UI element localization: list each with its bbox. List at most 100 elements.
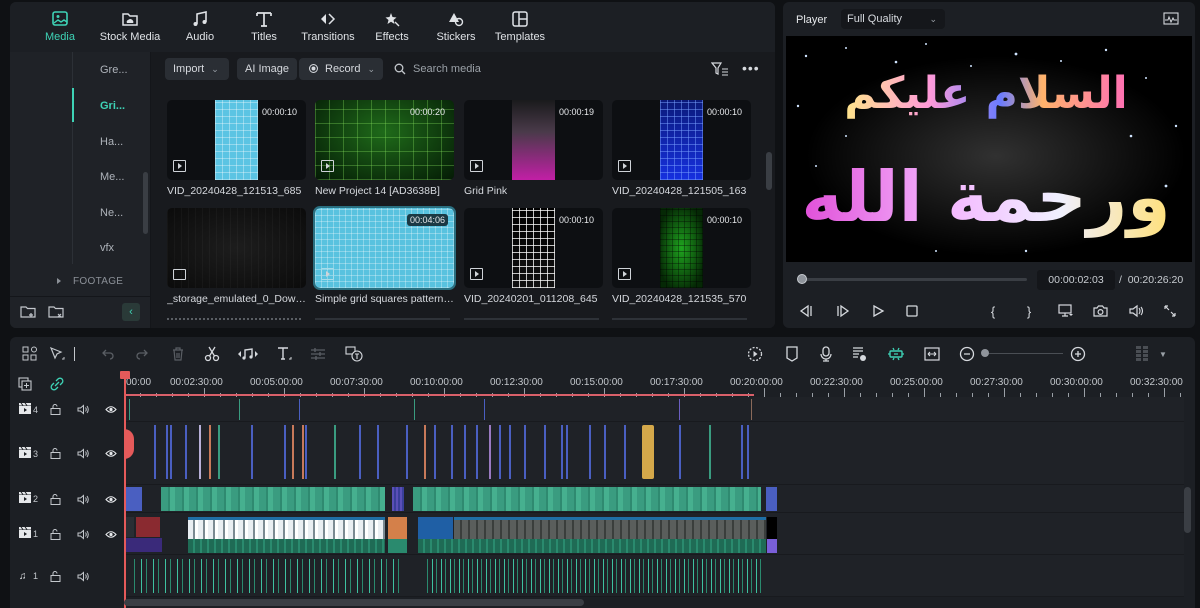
video-clip[interactable] — [424, 425, 426, 479]
import-button[interactable]: Import ⌄ — [165, 58, 229, 80]
delete-button[interactable] — [168, 345, 188, 363]
audio-button[interactable] — [236, 345, 260, 363]
tab-titles[interactable]: Titles — [232, 2, 296, 52]
tree-scrollbar[interactable] — [143, 172, 148, 234]
title-clip[interactable] — [129, 399, 130, 420]
video-preview[interactable]: السلام عليكم ورحمة الله — [786, 36, 1192, 262]
folder-item[interactable]: Ne... — [100, 207, 123, 219]
record-voiceover-button[interactable] — [816, 345, 836, 363]
zoom-slider-handle[interactable] — [981, 349, 989, 357]
video-clip[interactable] — [509, 425, 511, 479]
video-clip[interactable] — [454, 517, 766, 539]
video-clip[interactable] — [199, 425, 201, 479]
mark-out-button[interactable]: } — [1019, 302, 1039, 320]
video-clip[interactable] — [604, 425, 606, 479]
video-clip[interactable] — [161, 487, 385, 511]
video-clip[interactable] — [767, 539, 777, 553]
media-item[interactable]: 00:00:10 VID_20240428_121513_685 — [167, 100, 306, 197]
more-options-icon[interactable]: ••• — [742, 60, 760, 76]
media-item[interactable]: 00:00:10 VID_20240201_011208_645 — [464, 208, 603, 305]
video-clip[interactable] — [566, 425, 568, 479]
display-settings-button[interactable] — [1055, 302, 1075, 320]
timeline-horizontal-scrollbar[interactable] — [124, 599, 584, 606]
video-clip[interactable] — [709, 425, 711, 479]
video-clip[interactable] — [388, 517, 407, 539]
video-clip[interactable] — [284, 425, 286, 479]
lock-icon[interactable] — [50, 404, 61, 415]
layout-button[interactable] — [20, 345, 40, 363]
eye-icon[interactable] — [105, 449, 117, 458]
record-button[interactable]: Record ⌄ — [299, 58, 383, 80]
tab-audio[interactable]: Audio — [168, 2, 232, 52]
video-clip[interactable] — [561, 425, 563, 479]
tab-effects[interactable]: Effects — [360, 2, 424, 52]
lock-icon[interactable] — [50, 570, 61, 582]
video-clip[interactable] — [292, 425, 294, 479]
media-item[interactable]: 00:00:19 Grid Pink — [464, 100, 603, 197]
audio-clip[interactable] — [424, 559, 764, 593]
speaker-icon[interactable] — [77, 404, 89, 415]
ai-smart-cutout-button[interactable] — [886, 345, 906, 363]
current-timecode[interactable]: 00:00:02:03 — [1037, 270, 1115, 290]
volume-button[interactable] — [1125, 302, 1145, 320]
next-frame-button[interactable] — [833, 302, 853, 320]
video-clip[interactable] — [418, 517, 453, 539]
filter-icon[interactable] — [711, 62, 729, 76]
media-item-selected[interactable]: 00:04:06 Simple grid squares pattern i..… — [313, 206, 456, 305]
video-clip[interactable] — [218, 425, 220, 479]
stop-button[interactable] — [902, 302, 922, 320]
link-icon[interactable] — [50, 377, 64, 391]
lock-icon[interactable] — [50, 493, 61, 505]
eye-icon[interactable] — [105, 405, 117, 414]
video-clip[interactable] — [154, 425, 156, 479]
tab-media[interactable]: Media — [28, 2, 92, 52]
search-media-input[interactable] — [413, 59, 633, 79]
media-item[interactable]: 00:00:20 New Project 14 [AD3638B] — [315, 100, 454, 197]
tab-transitions[interactable]: Transitions — [296, 2, 360, 52]
media-item[interactable]: _storage_emulated_0_Downl... — [167, 208, 306, 305]
tab-stickers[interactable]: Stickers — [424, 2, 488, 52]
track-lane-video-3[interactable] — [124, 422, 1184, 485]
folder-item[interactable]: Ha... — [100, 136, 123, 148]
video-clip[interactable] — [377, 425, 379, 479]
video-clip-highlighted[interactable] — [642, 425, 654, 479]
title-clip[interactable] — [239, 399, 240, 420]
video-clip[interactable] — [136, 517, 160, 537]
speaker-icon[interactable] — [77, 528, 89, 540]
media-item[interactable]: 00:00:10 VID_20240428_121505_163 — [612, 100, 751, 197]
title-clip[interactable] — [414, 399, 415, 420]
video-clip[interactable] — [464, 425, 466, 479]
tab-stock-media[interactable]: Stock Media — [92, 2, 168, 52]
video-clip[interactable] — [188, 539, 385, 553]
adjust-button[interactable] — [308, 345, 328, 363]
video-clip[interactable] — [209, 425, 211, 479]
video-clip[interactable] — [166, 425, 168, 479]
video-clip[interactable] — [747, 425, 749, 479]
video-clip[interactable] — [418, 539, 766, 553]
title-clip[interactable] — [751, 399, 752, 420]
playhead-handle[interactable] — [120, 371, 130, 379]
media-grid-scrollbar[interactable] — [766, 152, 772, 190]
delete-folder-icon[interactable] — [48, 305, 64, 319]
video-clip[interactable] — [679, 425, 681, 479]
video-clip[interactable] — [334, 425, 336, 479]
fit-timeline-button[interactable] — [922, 345, 942, 363]
eye-icon[interactable] — [105, 495, 117, 504]
video-clip[interactable] — [188, 517, 385, 539]
render-preview-button[interactable] — [745, 345, 765, 363]
track-lane-video-4[interactable] — [124, 397, 1184, 422]
text-button[interactable] — [274, 345, 294, 363]
tab-templates[interactable]: Templates — [488, 2, 552, 52]
video-clip[interactable] — [476, 425, 478, 479]
split-button[interactable] — [202, 345, 222, 363]
zoom-in-button[interactable] — [1068, 345, 1088, 363]
folder-item[interactable]: Gre... — [100, 64, 128, 76]
video-clip[interactable] — [302, 425, 304, 479]
track-layout-button[interactable] — [1132, 345, 1152, 363]
undo-button[interactable] — [98, 345, 118, 363]
video-clip[interactable] — [359, 425, 361, 479]
folder-item[interactable]: vfx — [100, 242, 114, 254]
audio-mixer-button[interactable] — [850, 345, 870, 363]
folder-item-active[interactable]: Gri... — [100, 100, 125, 112]
video-clip[interactable] — [126, 517, 134, 537]
